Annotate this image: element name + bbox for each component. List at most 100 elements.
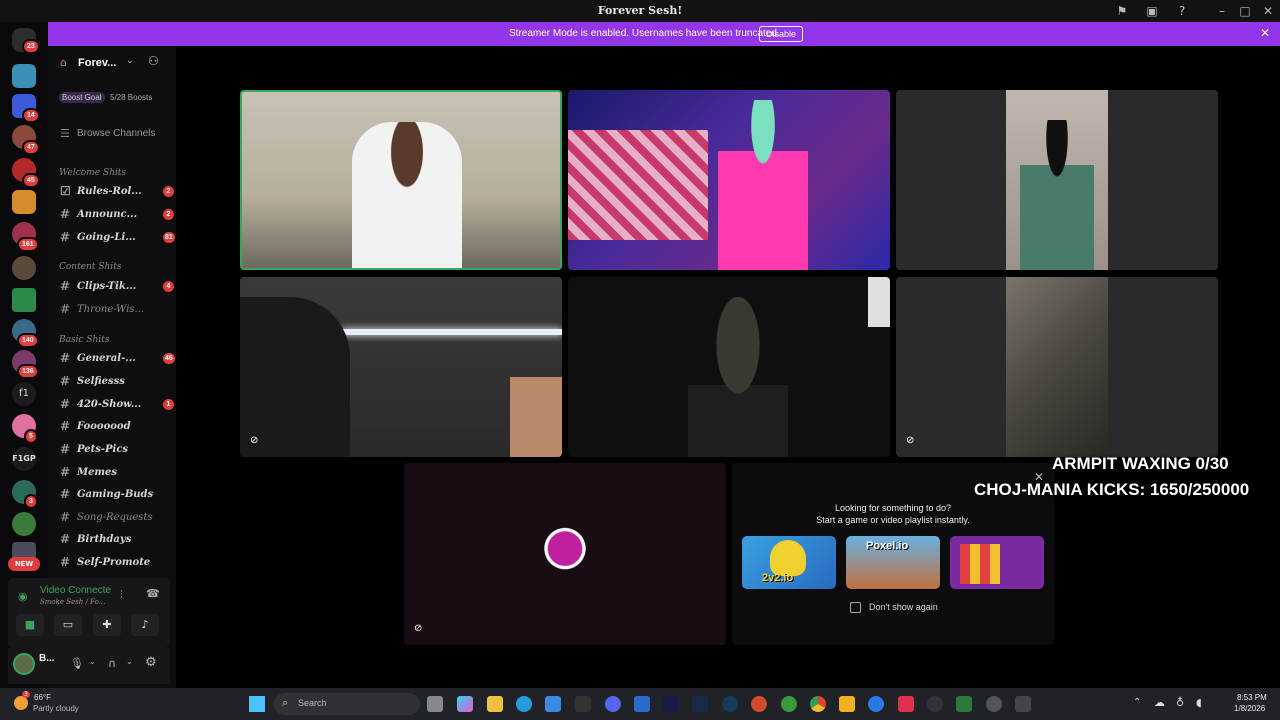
badge: 23 <box>22 39 40 54</box>
window-light <box>868 277 890 327</box>
hash-icon: # <box>60 510 71 524</box>
microphone-icon[interactable]: ♁ <box>1176 696 1184 709</box>
game-poxel-card[interactable]: Poxel.io <box>846 536 940 589</box>
headphones-icon[interactable]: ∩ <box>108 657 116 670</box>
premiere-icon[interactable] <box>663 696 679 712</box>
taskbar-search[interactable]: ⌕ Search <box>274 693 420 715</box>
browse-channels[interactable]: ☰ Browse Channels <box>55 126 170 144</box>
outlook-icon[interactable] <box>634 696 650 712</box>
channel-throne[interactable]: # Throne-Wis... <box>50 301 170 319</box>
app-icon[interactable] <box>956 696 972 712</box>
server-name[interactable]: Forev... <box>78 57 116 69</box>
channel-selfies[interactable]: # Selfiesss <box>50 373 170 391</box>
voice-status[interactable]: Video Connecte <box>40 585 111 596</box>
windows-start-icon[interactable] <box>249 696 265 712</box>
channel-song-requests[interactable]: # Song-Requests <box>50 509 170 527</box>
maximize-icon[interactable]: □ <box>1237 3 1253 19</box>
video-tile-6[interactable]: ⊘ <box>896 277 1218 457</box>
channel-announcements[interactable]: # Announc... 2 <box>50 206 174 224</box>
server-icon[interactable] <box>12 256 36 280</box>
clock-time[interactable]: 8:53 PM <box>1237 693 1267 702</box>
video-tile-4[interactable]: ⊘ <box>240 277 562 457</box>
monitor-icon[interactable]: ▣ <box>1144 3 1160 19</box>
server-icon[interactable] <box>12 190 36 214</box>
channel-memes[interactable]: # Memes <box>50 464 170 482</box>
server-icon[interactable] <box>12 288 36 312</box>
epic-games-icon[interactable] <box>575 696 591 712</box>
channel-general[interactable]: # General-... 46 <box>50 350 175 368</box>
music-icon[interactable] <box>898 696 914 712</box>
app-icon[interactable] <box>868 696 884 712</box>
server-f1gp-icon[interactable]: F1GP <box>12 447 36 471</box>
video-tile-1[interactable] <box>240 90 562 270</box>
noise-icon[interactable]: ⫶ <box>120 588 123 602</box>
chrome-icon[interactable] <box>810 696 826 712</box>
video-tile-7[interactable]: ⊘ <box>404 463 726 645</box>
microphone-icon[interactable]: 🎙 <box>70 657 84 670</box>
username[interactable]: B... <box>39 653 55 664</box>
video-tile-2[interactable] <box>568 90 890 270</box>
channel-birthdays[interactable]: # Birthdays <box>50 531 170 549</box>
help-icon[interactable]: ? <box>1174 3 1190 19</box>
close-window-icon[interactable]: ✕ <box>1260 3 1276 19</box>
server-f1-icon[interactable]: f1 <box>12 382 36 406</box>
avatar[interactable] <box>13 653 35 675</box>
volume-icon[interactable]: ◖ <box>1196 696 1202 709</box>
disable-button[interactable]: Disable <box>759 26 804 42</box>
boost-goal-bar[interactable]: Boost Goal 5/28 Boosts <box>55 88 167 106</box>
network-icon[interactable]: ☁ <box>1154 696 1165 709</box>
activities-icon[interactable]: ✚ <box>93 614 121 636</box>
channel-gaming[interactable]: # Gaming-Buds <box>50 486 170 504</box>
server-icon[interactable] <box>12 512 36 536</box>
invite-icon[interactable]: ⚇ <box>148 54 159 68</box>
xbox-icon[interactable] <box>781 696 797 712</box>
channel-label: Rules-Rol... <box>77 186 142 197</box>
video-tile-5[interactable] <box>568 277 890 457</box>
obs-icon[interactable] <box>927 696 943 712</box>
channel-rules[interactable]: ☑ Rules-Rol... 2 <box>50 183 174 201</box>
voice-channel[interactable]: Smoke Sesh / Fo... <box>40 598 105 606</box>
copilot-icon[interactable] <box>457 696 473 712</box>
category-content[interactable]: Content Shits <box>59 262 121 272</box>
store-icon[interactable] <box>545 696 561 712</box>
channel-420[interactable]: #420-Show... 1 <box>50 396 174 414</box>
hash-icon: # <box>60 374 71 388</box>
app-icon[interactable] <box>986 696 1002 712</box>
clock-date[interactable]: 1/8/2026 <box>1234 704 1265 713</box>
lightroom-icon[interactable] <box>692 696 708 712</box>
channel-self-promote[interactable]: # Self-Promote <box>50 554 170 572</box>
chevron-down-icon[interactable]: ⌄ <box>89 657 96 666</box>
channel-pets[interactable]: # Pets-Pics <box>50 441 170 459</box>
file-explorer-icon[interactable] <box>487 696 503 712</box>
screen-share-icon[interactable]: ▭ <box>54 614 82 636</box>
camera-icon[interactable]: ■ <box>16 614 44 636</box>
chevron-down-icon[interactable]: ⌄ <box>126 657 133 666</box>
close-icon[interactable]: ✕ <box>1260 26 1270 40</box>
channel-going-live[interactable]: # Going-Li... 81 <box>50 229 175 247</box>
task-view-icon[interactable] <box>427 696 443 712</box>
category-basic[interactable]: Basic Shits <box>59 335 109 345</box>
app-icon[interactable] <box>1015 696 1031 712</box>
game-2v2-card[interactable]: 2v2.io <box>742 536 836 589</box>
chevron-down-icon[interactable]: ⌄ <box>126 56 134 66</box>
minimize-icon[interactable]: – <box>1214 3 1230 19</box>
inbox-flag-icon[interactable]: ⚑ <box>1114 3 1130 19</box>
video-tile-3[interactable] <box>896 90 1218 270</box>
soundboard-icon[interactable]: ♪ <box>131 614 159 636</box>
chevron-up-icon[interactable]: ⌃ <box>1133 697 1141 708</box>
channel-food[interactable]: # Fooooood <box>50 418 170 436</box>
server-icon[interactable] <box>12 64 36 88</box>
discord-icon[interactable] <box>605 696 621 712</box>
app-icon[interactable] <box>751 696 767 712</box>
disconnect-icon[interactable]: ☎ <box>146 587 160 600</box>
rockstar-icon[interactable] <box>839 696 855 712</box>
channel-label: Self-Promote <box>77 557 151 568</box>
dont-show-checkbox[interactable] <box>850 602 861 613</box>
game-blocks-card[interactable] <box>950 536 1044 589</box>
steam-icon[interactable] <box>722 696 738 712</box>
channel-clips[interactable]: # Clips-Tik... 4 <box>50 278 174 296</box>
edge-icon[interactable] <box>516 696 532 712</box>
category-welcome[interactable]: Welcome Shits <box>59 168 126 178</box>
settings-gear-icon[interactable]: ⚙ <box>145 655 157 670</box>
weather-icon[interactable] <box>14 696 28 710</box>
